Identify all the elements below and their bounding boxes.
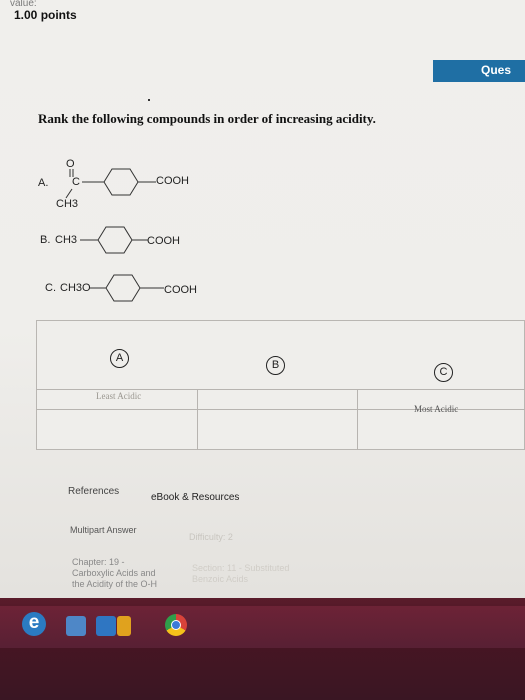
chapter-line: Chapter: 19 - [72,557,125,567]
chapter-info: Chapter: 19 - Carboxylic Acids and the A… [72,557,182,590]
ranking-column-divider [357,389,358,450]
stray-dot [148,99,150,101]
choice-c-draggable[interactable]: C [434,363,453,382]
question-text: Rank the following compounds in order of… [38,111,376,126]
references-tab[interactable]: References [68,486,119,497]
most-acidic-label: Most Acidic [414,404,459,414]
internet-explorer-icon[interactable]: e [22,612,46,636]
choice-a-draggable[interactable]: A [110,349,129,368]
question-page: value: 1.00 points Ques Rank the followi… [0,0,525,598]
app-icon[interactable] [117,616,131,636]
points-label: 1.00 points [14,8,77,22]
folder-icon[interactable] [66,616,86,636]
choice-b-draggable[interactable]: B [266,356,285,375]
question-tab[interactable]: Ques [433,60,525,82]
question-type: Multipart Answer [70,525,137,535]
least-acidic-label: Least Acidic [96,391,142,401]
section-line: Benzoic Acids [192,574,249,584]
chemical-structures [65,168,164,302]
difficulty-label: Difficulty: 2 [189,532,233,542]
ranking-column-divider [197,389,198,450]
ebook-resources-tab[interactable]: eBook & Resources [151,492,239,503]
chapter-line: Carboxylic Acids and [72,568,156,578]
ranking-table[interactable] [36,320,525,450]
chapter-line: the Acidity of the O-H [72,579,158,589]
app-icon[interactable] [96,616,116,636]
section-line: Section: 11 - Substituted [192,563,290,573]
chrome-icon-center [171,620,181,630]
section-info: Section: 11 - Substituted Benzoic Acids [192,563,332,585]
ranking-divider [36,389,525,390]
